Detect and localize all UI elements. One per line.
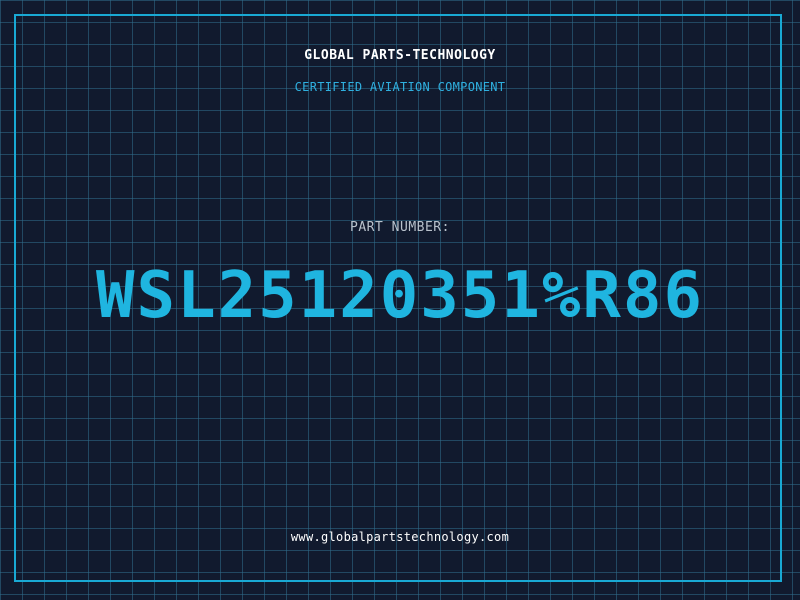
part-number-label: PART NUMBER: — [350, 220, 450, 235]
label-canvas: GLOBAL PARTS-TECHNOLOGY CERTIFIED AVIATI… — [0, 0, 800, 600]
website-url: www.globalpartstechnology.com — [290, 530, 510, 544]
certification-subtitle: CERTIFIED AVIATION COMPONENT — [294, 80, 506, 94]
company-name: GLOBAL PARTS-TECHNOLOGY — [304, 48, 496, 63]
part-number-value: WSL25120351%R86 — [96, 259, 704, 333]
